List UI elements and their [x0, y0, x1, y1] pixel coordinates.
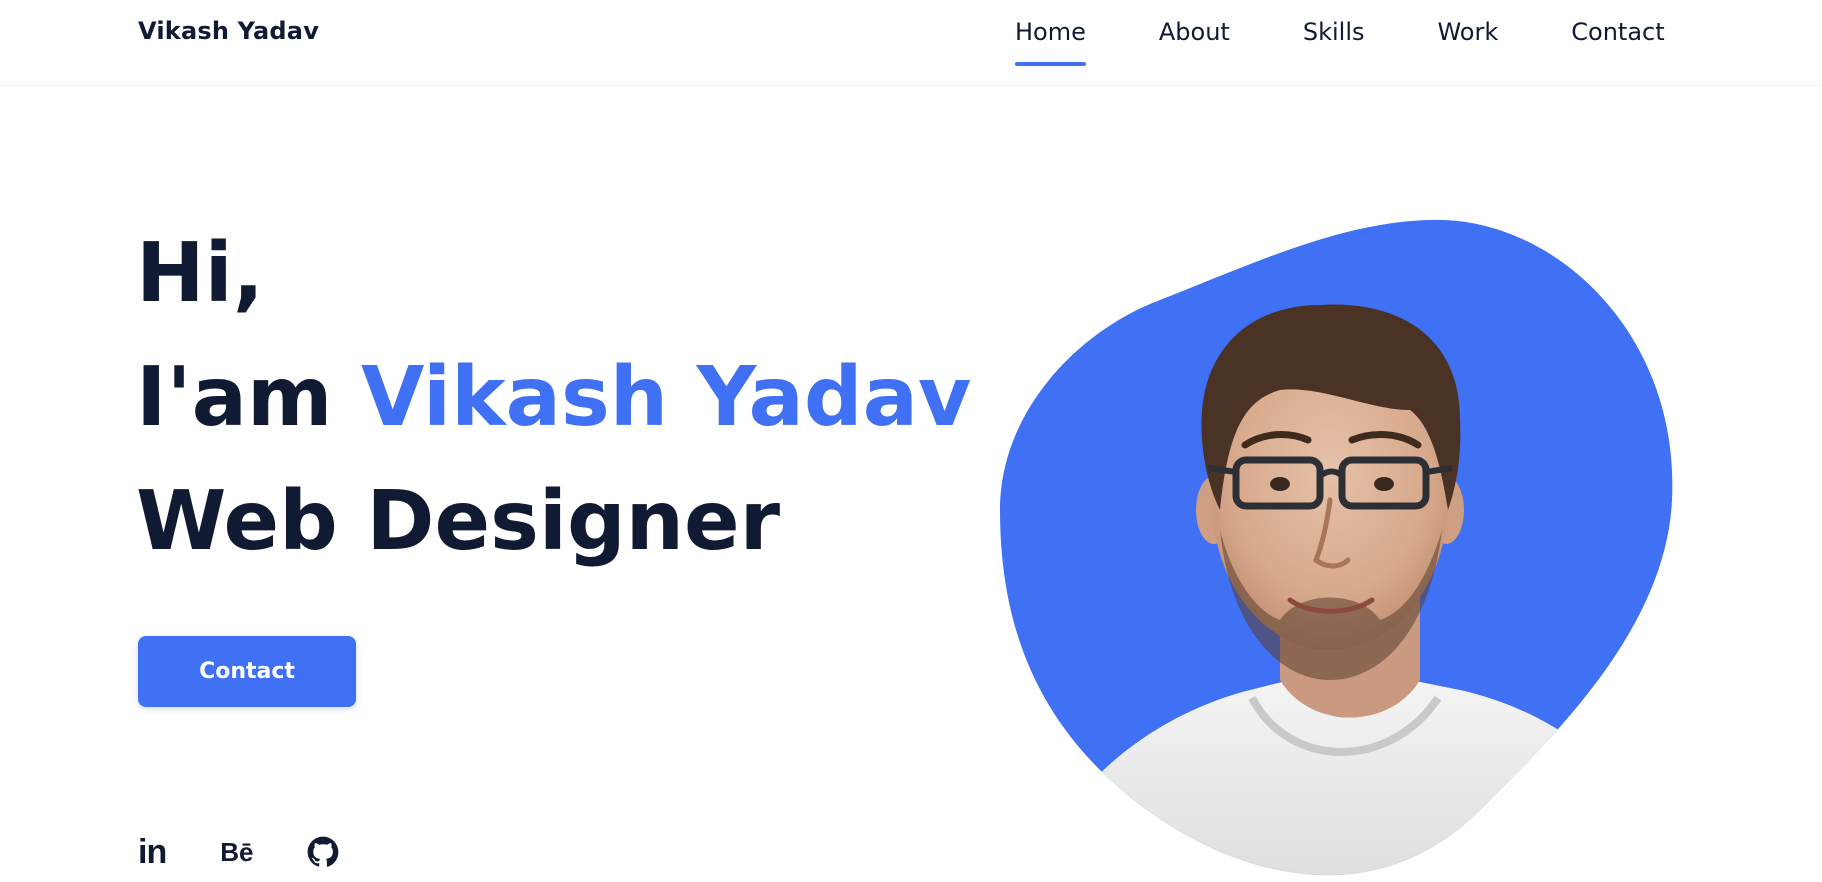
site-header: Vikash Yadav Home About Skills Work Cont… [0, 0, 1822, 86]
linkedin-icon: in [138, 832, 167, 871]
nav-skills[interactable]: Skills [1303, 14, 1365, 68]
nav-home[interactable]: Home [1015, 14, 1086, 68]
nav-contact[interactable]: Contact [1571, 14, 1664, 68]
behance-icon: Bē [220, 836, 254, 867]
linkedin-link[interactable]: in [138, 832, 167, 872]
hero-intro: I'am [136, 350, 333, 445]
github-link[interactable] [307, 832, 339, 872]
hero-title: Hi, I'am Vikash Yadav Web Designer [136, 212, 971, 584]
hero-role: Web Designer [136, 474, 781, 569]
contact-button[interactable]: Contact [138, 636, 356, 707]
social-links: in Bē [138, 832, 339, 872]
behance-link[interactable]: Bē [220, 832, 253, 872]
nav-about[interactable]: About [1159, 14, 1230, 68]
hero-intro-line: I'am Vikash Yadav [136, 336, 971, 460]
profile-portrait [1000, 219, 1673, 876]
hero-name: Vikash Yadav [360, 350, 972, 445]
site-logo[interactable]: Vikash Yadav [138, 17, 319, 45]
hero-greeting: Hi, [136, 226, 264, 321]
nav-work[interactable]: Work [1437, 14, 1498, 68]
main-nav: Home About Skills Work Contact [1015, 14, 1665, 68]
github-icon [308, 836, 339, 867]
